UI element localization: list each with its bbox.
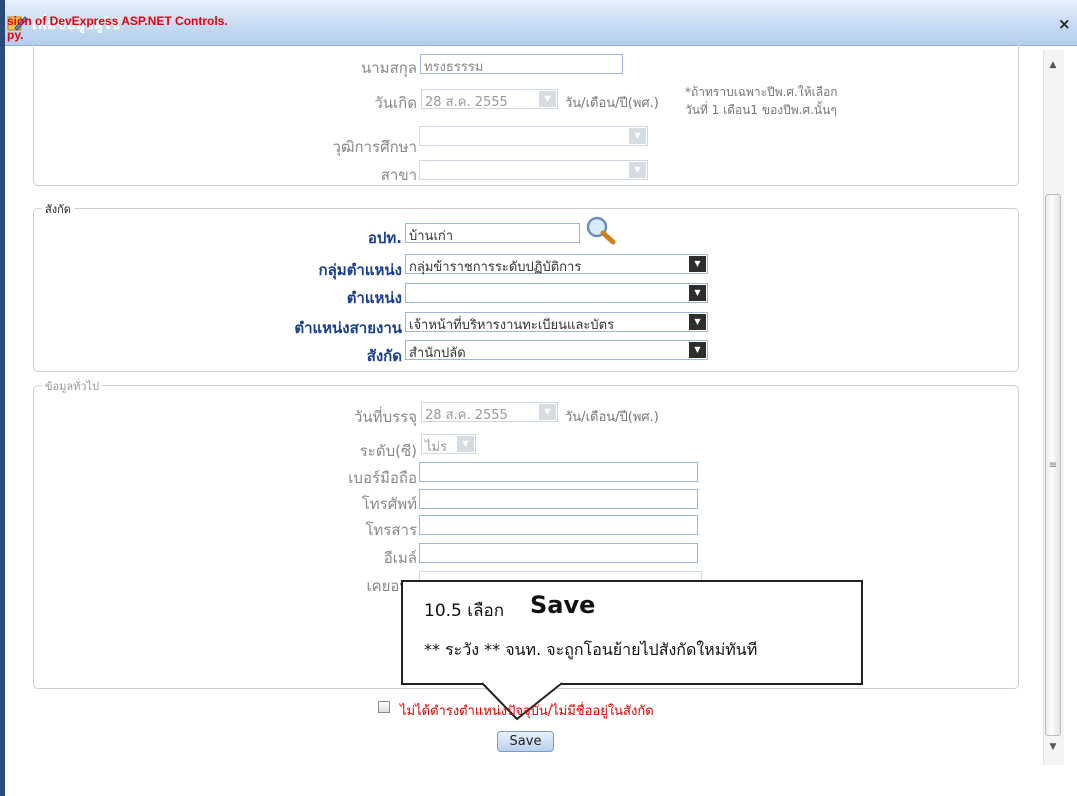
previous-training-label: เคยอบร: [366, 577, 417, 595]
not-in-position-label[interactable]: ไม่ได้ดำรงตำแหน่งปัจจุบัน/ไม่มีชื่ออยู่ใ…: [400, 700, 654, 721]
birthdate-hint-1: *ถ้าทราบเฉพาะปีพ.ศ.ให้เลือก: [685, 85, 838, 99]
birthdate-input[interactable]: 28 ส.ค. 2555 ▼: [421, 89, 558, 110]
calendar-dropdown-icon[interactable]: ▼: [539, 404, 556, 420]
fax-label: โทรสาร: [365, 521, 417, 539]
opt-input[interactable]: บ้านเก่า: [405, 223, 580, 244]
department-value: สำนักปลัด: [409, 346, 466, 361]
line-position-value: เจ้าหน้าที่บริหารงานทะเบียนและบัตร: [409, 318, 615, 333]
devexpress-trial-notice: sion of DevExpress ASP.NET Controls. py.: [7, 14, 228, 42]
not-in-position-checkbox[interactable]: [378, 701, 390, 713]
general-info-legend: ข้อมูลทั่วไป: [42, 377, 103, 395]
close-button[interactable]: ×: [1058, 15, 1071, 33]
surname-label: นามสกุล: [361, 59, 417, 77]
phone-label: โทรศัพท์: [361, 495, 417, 513]
chevron-down-icon[interactable]: ▼: [457, 436, 474, 452]
start-date-format: วัน/เดือน/ปี(พศ.): [565, 410, 659, 425]
start-date-label: วันที่บรรจุ: [354, 408, 417, 426]
start-date-value: 28 ส.ค. 2555: [425, 408, 508, 423]
instruction-callout: [401, 580, 863, 685]
position-select[interactable]: ▼: [405, 283, 708, 303]
birthdate-value: 28 ส.ค. 2555: [425, 95, 508, 110]
birthdate-format: วัน/เดือน/ปี(พศ.): [565, 96, 659, 111]
level-label: ระดับ(ซี): [359, 442, 417, 460]
mobile-label: เบอร์มือถือ: [348, 469, 417, 487]
level-select[interactable]: ไม่ร ▼: [421, 434, 476, 455]
line-position-label: ตำแหน่งสายงาน: [294, 319, 402, 337]
callout-warning-text: ** ระวัง ** จนท. จะถูกโอนย้ายไปสังกัดใหม…: [424, 640, 758, 659]
chevron-down-icon[interactable]: ▼: [689, 314, 706, 330]
department-label: สังกัด: [366, 347, 402, 365]
chevron-down-icon[interactable]: ▼: [629, 128, 646, 144]
surname-input[interactable]: ทรงธรรรม: [420, 54, 623, 75]
branch-select[interactable]: ▼: [419, 160, 648, 180]
birthdate-hint-2: วันที่ 1 เดือน1 ของปีพ.ศ.นั้นๆ: [685, 103, 837, 117]
scrollbar-grip-icon: ≡: [1048, 460, 1058, 471]
search-icon[interactable]: [585, 215, 617, 245]
position-group-value: กลุ่มข้าราชการระดับปฏิบัติการ: [409, 260, 582, 275]
education-select[interactable]: ▼: [419, 126, 648, 146]
chevron-down-icon[interactable]: ▼: [689, 256, 706, 272]
fax-input[interactable]: [419, 515, 698, 535]
department-select[interactable]: สำนักปลัด ▼: [405, 340, 708, 361]
email-label: อีเมล์: [383, 549, 417, 567]
line-position-select[interactable]: เจ้าหน้าที่บริหารงานทะเบียนและบัตร ▼: [405, 312, 708, 333]
chevron-down-icon[interactable]: ▼: [689, 342, 706, 358]
opt-label: อปท.: [367, 229, 402, 247]
start-date-input[interactable]: 28 ส.ค. 2555 ▼: [421, 402, 558, 423]
phone-input[interactable]: [419, 489, 698, 509]
email-input[interactable]: [419, 543, 698, 563]
calendar-dropdown-icon[interactable]: ▼: [539, 91, 556, 107]
scroll-up-arrow-icon[interactable]: ▲: [1043, 60, 1063, 76]
chevron-down-icon[interactable]: ▼: [629, 162, 646, 178]
callout-step-text: 10.5 เลือก: [424, 601, 504, 621]
position-group-select[interactable]: กลุ่มข้าราชการระดับปฏิบัติการ ▼: [405, 254, 708, 275]
callout-action-text: Save: [530, 591, 596, 619]
education-label: วุฒิการศึกษา: [332, 138, 417, 156]
position-label: ตำแหน่ง: [346, 289, 402, 307]
chevron-down-icon[interactable]: ▼: [689, 285, 706, 301]
position-group-label: กลุ่มตำแหน่ง: [318, 261, 402, 279]
affiliation-legend: สังกัด: [42, 200, 74, 218]
mobile-input[interactable]: [419, 462, 698, 482]
scroll-down-arrow-icon[interactable]: ▼: [1043, 742, 1063, 758]
save-button[interactable]: Save: [497, 731, 554, 752]
birthdate-label: วันเกิด: [374, 94, 417, 112]
branch-label: สาขา: [380, 166, 417, 184]
level-value: ไม่ร: [425, 440, 448, 455]
